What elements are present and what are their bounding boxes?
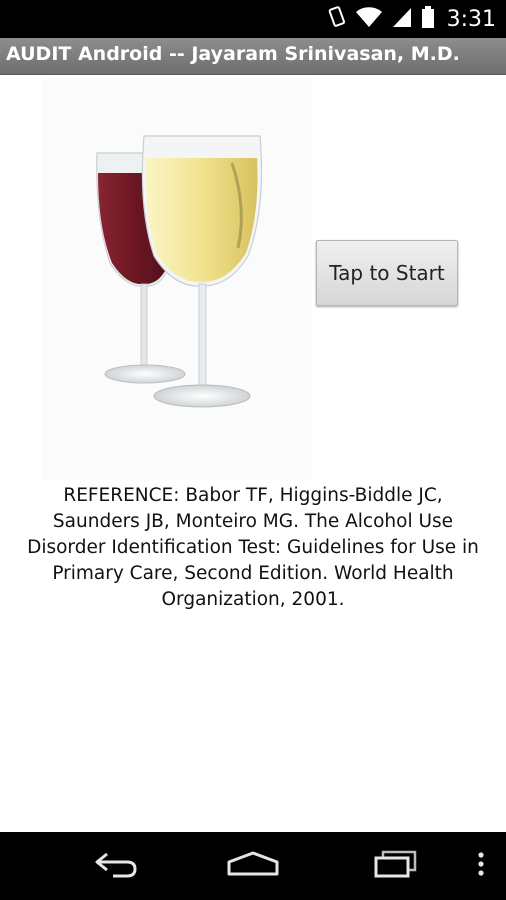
reference-line: Saunders JB, Monteiro MG. The Alcohol Us…: [52, 511, 454, 532]
status-time: 3:31: [446, 6, 496, 32]
reference-line: Disorder Identification Test: Guidelines…: [27, 537, 479, 558]
reference-line: Organization, 2001.: [161, 589, 345, 610]
status-icons: 3:31: [327, 0, 496, 38]
battery-icon: [421, 5, 435, 33]
recent-apps-icon: [371, 849, 419, 883]
back-button[interactable]: [70, 832, 160, 900]
wine-glasses-image: [42, 78, 312, 480]
title-bar: AUDIT Android -- Jayaram Srinivasan, M.D…: [0, 38, 506, 75]
status-bar: 3:31: [0, 0, 506, 38]
reference-line: REFERENCE: Babor TF, Higgins-Biddle JC,: [63, 485, 443, 506]
recent-apps-button[interactable]: [350, 832, 440, 900]
tap-to-start-button[interactable]: Tap to Start: [316, 240, 458, 306]
home-button[interactable]: [208, 832, 298, 900]
app-title: AUDIT Android -- Jayaram Srinivasan, M.D…: [6, 43, 460, 65]
signal-icon: [391, 6, 413, 32]
reference-line: Primary Care, Second Edition. World Heal…: [52, 563, 454, 584]
home-icon: [225, 850, 281, 882]
wine-glasses-illustration: [96, 135, 263, 408]
rotation-lock-icon: [327, 5, 347, 33]
overflow-menu-icon: [477, 851, 485, 881]
reference-text: REFERENCE: Babor TF, Higgins-Biddle JC, …: [8, 483, 498, 613]
back-icon: [91, 849, 139, 883]
navigation-bar: [0, 832, 506, 900]
wifi-icon: [355, 6, 383, 32]
overflow-menu-button[interactable]: [466, 832, 496, 900]
